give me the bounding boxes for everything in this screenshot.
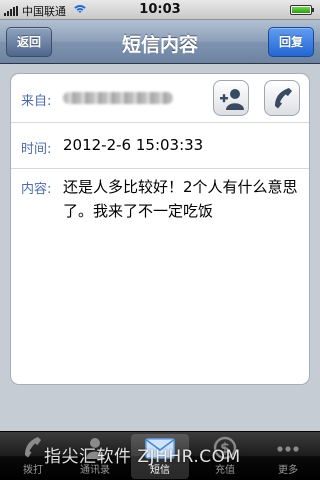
call-button[interactable] [264,80,300,116]
add-contact-icon [220,89,244,110]
phone-icon [275,88,292,109]
content-row: 内容: 还是人多比较好！2个人有什么意思了。我来了不一定吃饭 [11,169,309,384]
status-time: 10:03 [139,2,181,17]
from-label: 来自: [21,94,52,109]
time-row: 时间: 2012-2-6 15:03:33 [11,123,309,169]
battery-icon [290,5,314,15]
tab-more-label: 更多 [278,465,298,476]
time-label: 时间: [21,142,52,157]
reply-button[interactable]: 回复 [267,27,314,57]
add-contact-button[interactable] [213,80,249,116]
tab-more[interactable]: 更多 [259,434,317,479]
time-value: 2012-2-6 15:03:33 [63,136,204,154]
phone-icon [25,437,41,458]
message-body: 还是人多比较好！2个人有什么意思了。我来了不一定吃饭 [63,178,298,220]
battery-level [292,7,310,13]
message-detail-card: 来自: 时间: 2012-2-6 15:03:33 内容: 还是人多比较好！2个… [10,73,310,385]
more-icon [277,446,299,452]
watermark: 指尖汇软件 ZJHHR.COM [44,447,241,467]
sender-number-blurred [63,92,173,104]
sender-row: 来自: [11,74,309,123]
content-label: 内容: [21,182,52,197]
status-bar: 中国联通 10:03 [0,0,320,20]
navigation-bar: 返回 短信内容 回复 [0,20,320,64]
